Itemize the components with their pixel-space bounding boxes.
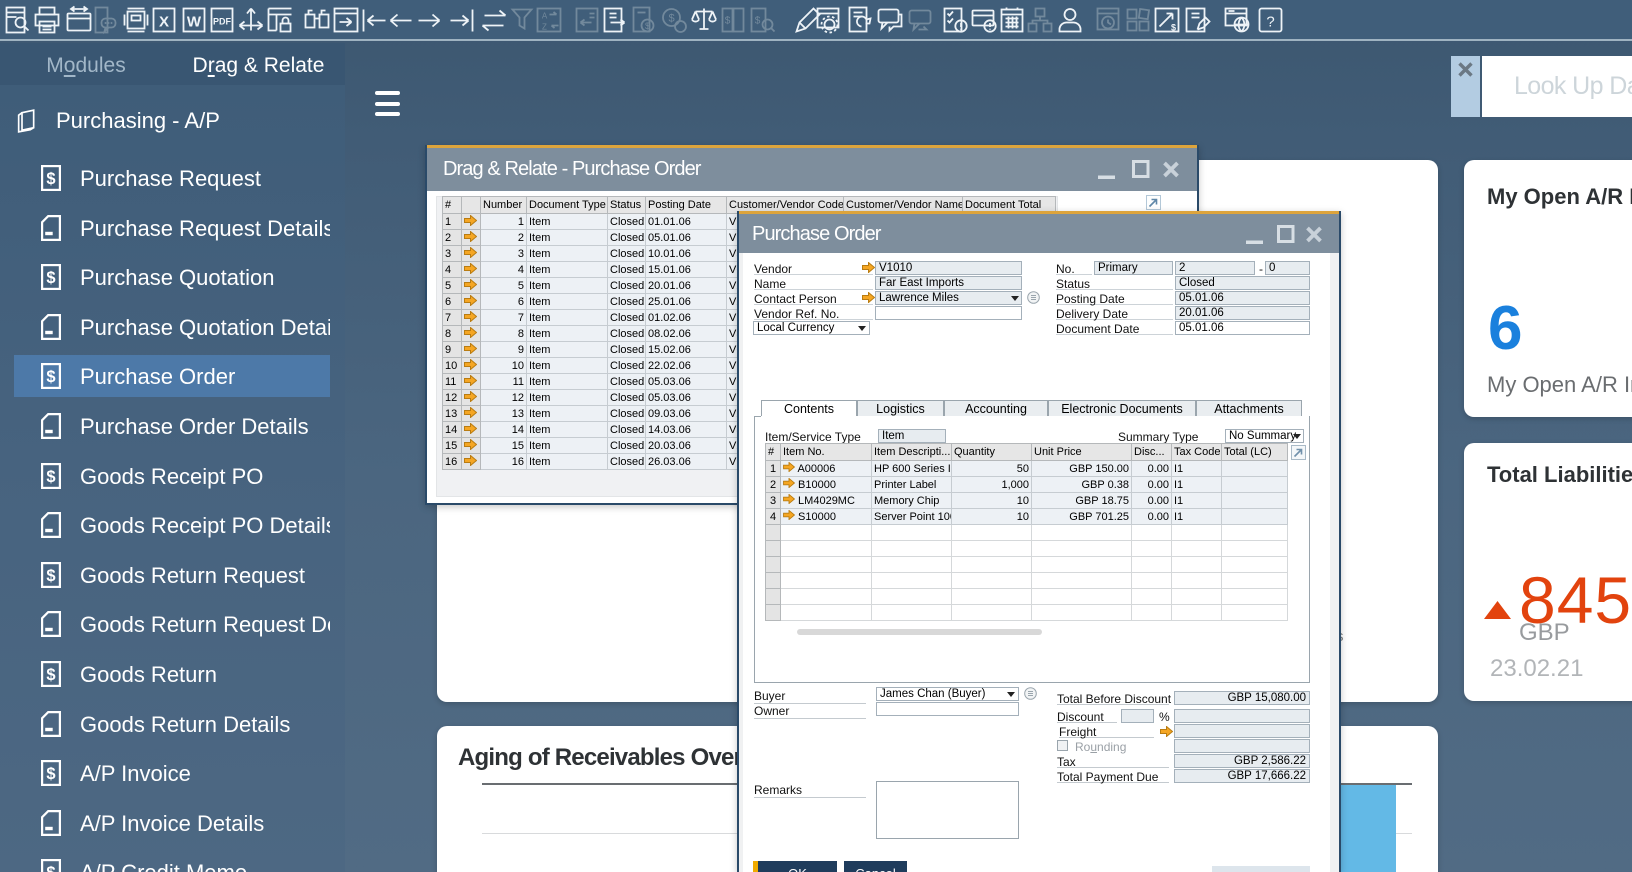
svg-text:$: $	[46, 765, 55, 783]
svg-text:A: A	[542, 12, 548, 21]
svg-text:W: W	[187, 14, 202, 31]
svg-text:$: $	[725, 16, 731, 27]
svg-text:$: $	[46, 368, 55, 386]
svg-text:$: $	[46, 170, 55, 188]
svg-text:$: $	[46, 468, 55, 486]
svg-text:Z: Z	[542, 23, 547, 32]
svg-text:PDF: PDF	[213, 17, 232, 27]
svg-text:?: ?	[1266, 14, 1274, 31]
svg-text:$: $	[755, 16, 761, 27]
svg-text:$: $	[1171, 23, 1176, 33]
svg-text:$: $	[46, 567, 55, 585]
svg-text:$: $	[668, 13, 674, 25]
svg-text:$: $	[46, 666, 55, 684]
svg-text:$: $	[645, 21, 650, 31]
svg-text:X: X	[159, 14, 169, 31]
svg-text:$: $	[46, 864, 55, 872]
svg-text:$: $	[46, 269, 55, 287]
